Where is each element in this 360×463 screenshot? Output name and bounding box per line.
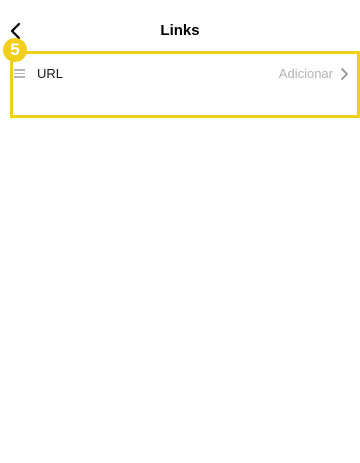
- link-row-url[interactable]: URL Adicionar: [13, 54, 357, 92]
- drag-handle-icon[interactable]: [14, 69, 25, 78]
- links-screen: Links 5 URL Adicionar: [0, 0, 360, 463]
- nav-bar: Links: [0, 0, 360, 56]
- link-row-label: URL: [37, 66, 64, 81]
- add-link-action[interactable]: Adicionar: [279, 66, 333, 82]
- page-title: Links: [160, 22, 200, 39]
- chevron-right-icon: [341, 68, 348, 80]
